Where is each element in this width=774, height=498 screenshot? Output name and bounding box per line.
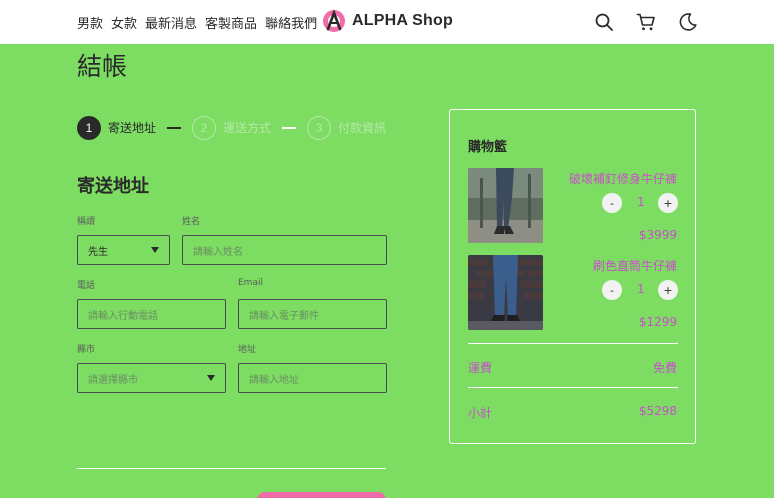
increase-qty-button[interactable]: + bbox=[658, 193, 678, 213]
phone-label: 電話 bbox=[77, 281, 96, 291]
phone-placeholder: 請輸入行動電話 bbox=[88, 310, 158, 322]
form-divider bbox=[77, 468, 386, 469]
caret-down-icon bbox=[151, 247, 159, 253]
name-input[interactable]: 請輸入姓名 bbox=[182, 235, 387, 265]
nav-item-news[interactable]: 最新消息 bbox=[145, 13, 197, 32]
address-input[interactable]: 請輸入地址 bbox=[238, 363, 387, 393]
page-title: 結帳 bbox=[77, 52, 128, 81]
product-price: $3999 bbox=[638, 228, 677, 242]
product-name: 刷色直筒牛仔褲 bbox=[592, 259, 677, 273]
brand-logo-icon bbox=[323, 9, 345, 32]
checkout-stepper: 1 寄送地址 2 運送方式 3 付款資訊 bbox=[77, 115, 386, 140]
cart-panel: 購物籃 破壞補釘修身牛仔褲 - 1 + $3999 刷色直筒牛仔褲 - 1 + … bbox=[449, 109, 696, 444]
brand[interactable]: ALPHA Shop bbox=[322, 9, 453, 33]
step-label: 寄送地址 bbox=[108, 121, 157, 135]
city-label: 縣市 bbox=[77, 345, 96, 355]
step-address: 1 寄送地址 bbox=[77, 115, 157, 140]
cart-icon[interactable] bbox=[636, 12, 656, 32]
nav-item-custom[interactable]: 客製商品 bbox=[205, 13, 257, 32]
search-icon[interactable] bbox=[594, 12, 614, 32]
shipping-label: 運費 bbox=[468, 361, 493, 375]
product-quantity: 1 bbox=[637, 195, 645, 209]
decrease-qty-button[interactable]: - bbox=[602, 193, 622, 213]
increase-qty-button[interactable]: + bbox=[658, 280, 678, 300]
step-connector bbox=[167, 126, 182, 129]
cart-divider bbox=[468, 343, 678, 344]
email-input[interactable]: 請輸入電子郵件 bbox=[238, 299, 387, 329]
cart-title: 購物籃 bbox=[468, 140, 508, 155]
product-image bbox=[468, 255, 543, 330]
section-title: 寄送地址 bbox=[77, 176, 149, 197]
name-placeholder: 請輸入姓名 bbox=[193, 246, 243, 258]
email-placeholder: 請輸入電子郵件 bbox=[249, 310, 319, 322]
step-number: 2 bbox=[192, 115, 217, 140]
salutation-select[interactable]: 先生 bbox=[77, 235, 170, 265]
nav-item-contact[interactable]: 聯絡我們 bbox=[265, 13, 317, 32]
step-connector bbox=[282, 126, 297, 129]
step-number: 1 bbox=[77, 115, 101, 140]
product-name: 破壞補釘修身牛仔褲 bbox=[568, 172, 677, 186]
brand-name: ALPHA Shop bbox=[352, 12, 453, 29]
step-payment: 3 付款資訊 bbox=[307, 115, 387, 140]
nav-item-men[interactable]: 男款 bbox=[77, 13, 103, 32]
subtotal-value: $5298 bbox=[638, 404, 677, 418]
subtotal-label: 小計 bbox=[468, 406, 493, 420]
city-select[interactable]: 請選擇縣市 bbox=[77, 363, 226, 393]
address-placeholder: 請輸入地址 bbox=[249, 374, 299, 386]
caret-down-icon bbox=[207, 375, 215, 381]
step-label: 付款資訊 bbox=[338, 121, 387, 135]
cart-divider bbox=[468, 387, 678, 388]
shipping-value: 免費 bbox=[652, 361, 677, 375]
email-label: Email bbox=[238, 278, 263, 288]
salutation-value: 先生 bbox=[88, 246, 108, 258]
next-step-button[interactable] bbox=[257, 492, 386, 498]
salutation-label: 稱謂 bbox=[77, 217, 96, 227]
city-placeholder: 請選擇縣市 bbox=[88, 374, 138, 386]
top-navbar: 男款 女款 最新消息 客製商品 聯絡我們 ALPHA Shop bbox=[0, 0, 774, 44]
product-price: $1299 bbox=[638, 315, 677, 329]
moon-icon[interactable] bbox=[678, 12, 698, 32]
nav-item-women[interactable]: 女款 bbox=[111, 13, 137, 32]
step-number: 3 bbox=[307, 115, 332, 140]
step-label: 運送方式 bbox=[223, 121, 272, 135]
product-image bbox=[468, 168, 543, 243]
step-shipping: 2 運送方式 bbox=[192, 115, 272, 140]
name-label: 姓名 bbox=[182, 217, 201, 227]
main-nav: 男款 女款 最新消息 客製商品 聯絡我們 bbox=[77, 13, 317, 32]
product-quantity: 1 bbox=[637, 282, 645, 296]
decrease-qty-button[interactable]: - bbox=[602, 280, 622, 300]
address-label: 地址 bbox=[238, 345, 257, 355]
phone-input[interactable]: 請輸入行動電話 bbox=[77, 299, 226, 329]
